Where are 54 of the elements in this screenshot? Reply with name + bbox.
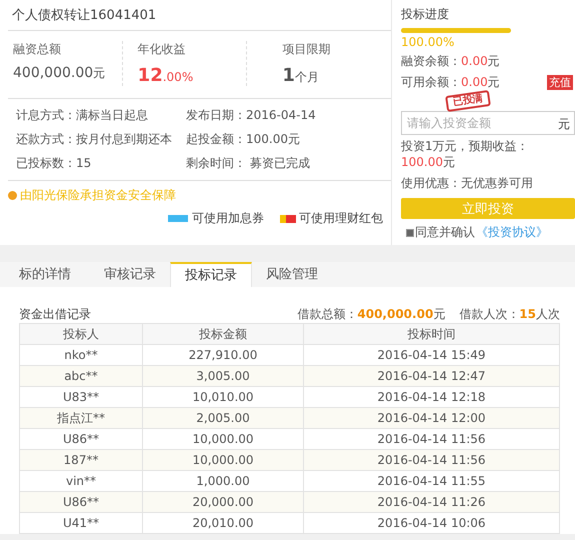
guarantee-text: 由阳光保险承担资金安全保障 xyxy=(20,187,176,204)
agree-label: 同意并确认 xyxy=(415,224,475,241)
discount-text: 使用优惠：无优惠券可用 xyxy=(401,175,534,192)
stat-value: 12.00% xyxy=(138,65,194,86)
table-cell: 20,010.00 xyxy=(142,512,304,534)
detail-text: 起投金额：100.00元 xyxy=(186,131,301,148)
balance-text: 融资余额：0.00元 xyxy=(401,53,500,70)
detail-text: 计息方式：满标当日起息 xyxy=(16,107,149,124)
progress-title: 投标进度 xyxy=(401,6,450,23)
stat-label: 融资总额 xyxy=(13,41,62,58)
coupon-icon xyxy=(168,215,188,222)
table-cell: 187** xyxy=(20,450,142,470)
table-cell: 2016-04-14 11:56 xyxy=(304,450,560,470)
column-header: 投标时间 xyxy=(304,324,560,344)
table-cell: 2,005.00 xyxy=(142,408,304,428)
table-cell: 3,005.00 xyxy=(142,366,304,386)
tab[interactable]: 投标记录 xyxy=(170,262,252,287)
table-cell: 10,000.00 xyxy=(142,450,304,470)
detail-text: 发布日期：2016-04-14 xyxy=(186,107,317,124)
detail-text: 剩余时间： 募资已完成 xyxy=(186,155,311,172)
sold-out-stamp: 已投满 xyxy=(445,90,491,112)
records-title: 资金出借记录 xyxy=(19,306,91,322)
table-cell: U41** xyxy=(20,512,142,534)
table-cell: 2016-04-14 10:06 xyxy=(304,512,560,534)
table-cell: 2016-04-14 12:47 xyxy=(304,366,560,386)
column-header: 投标金额 xyxy=(142,324,304,344)
tab[interactable]: 风险管理 xyxy=(252,262,332,287)
perk-label: 可使用理财红包 xyxy=(299,210,383,227)
stat-value: 1个月 xyxy=(282,65,320,86)
detail-text: 已投标数：15 xyxy=(16,155,92,172)
table-cell: abc** xyxy=(20,366,142,386)
tab[interactable]: 标的详情 xyxy=(0,262,90,287)
checkbox[interactable] xyxy=(406,228,414,236)
table-cell: U86** xyxy=(20,492,142,512)
table-cell: 20,000.00 xyxy=(142,492,304,512)
table-cell: 2016-04-14 11:26 xyxy=(304,492,560,512)
unit-label: 元 xyxy=(558,116,570,133)
estimate-text: 投资1万元，预期收益： 100.00元 xyxy=(401,138,530,170)
loan-title: 个人债权转让16041401 xyxy=(8,0,391,31)
detail-text: 还款方式：按月付息到期还本 xyxy=(16,131,173,148)
envelope-icon xyxy=(280,214,296,222)
stat-value: 400,000.00元 xyxy=(13,65,106,82)
tab[interactable]: 审核记录 xyxy=(90,262,170,287)
table-cell: 2016-04-14 12:00 xyxy=(304,408,560,428)
table-cell: 指点江** xyxy=(20,408,142,428)
summary-text: 借款人次：15人次 xyxy=(459,306,560,322)
stat-label: 项目限期 xyxy=(282,41,332,58)
perk-label: 可使用加息券 xyxy=(192,210,264,227)
summary-text: 借款总额：400,000.00元 xyxy=(297,306,446,322)
column-header: 投标人 xyxy=(20,324,142,344)
stat-label: 年化收益 xyxy=(138,41,187,58)
balance-text: 可用余额：0.00元 xyxy=(401,74,500,91)
recharge-button[interactable]: 充值 xyxy=(547,75,573,90)
progress-reading: 100.00% xyxy=(401,35,456,49)
